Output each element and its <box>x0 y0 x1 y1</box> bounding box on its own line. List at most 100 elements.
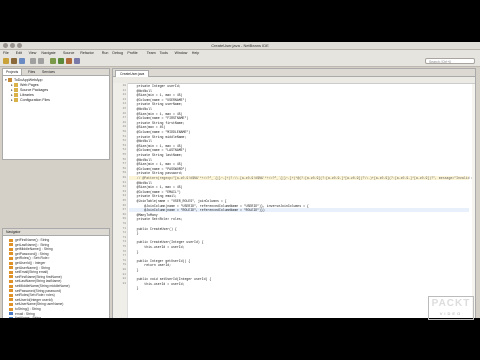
undo-icon[interactable] <box>30 58 36 64</box>
code-line[interactable]: private String middleName; <box>129 135 469 139</box>
menu-item-tools[interactable]: Tools <box>160 51 168 55</box>
code-line[interactable]: @Column(name = "PASSWORD") <box>129 167 469 171</box>
new-project-icon[interactable] <box>3 58 9 64</box>
tab-files[interactable]: Files <box>25 69 38 75</box>
code-line[interactable]: public CreateUser(Integer userId) { <box>129 240 469 244</box>
code-line[interactable]: @Size(min = 1, max = 45) <box>129 144 469 148</box>
tree-item-label: Libraries <box>20 93 34 97</box>
code-line[interactable]: @NotNull <box>129 89 469 93</box>
code-line[interactable]: @JoinColumn(name = "USERID", referencedC… <box>129 204 469 208</box>
line-number: 53 <box>122 143 126 147</box>
menu-item-profile[interactable]: Profile <box>127 51 137 55</box>
method-icon <box>9 266 13 270</box>
line-number: 58 <box>122 166 126 170</box>
code-area[interactable]: private Integer userId; @NotNull @Size(m… <box>129 84 475 318</box>
redo-icon[interactable] <box>38 58 44 64</box>
open-project-icon[interactable] <box>11 58 17 64</box>
code-line[interactable]: } <box>129 268 469 272</box>
code-line[interactable] <box>129 254 469 258</box>
code-line[interactable]: @JoinColumn(name = "ROLEID", referencedC… <box>129 208 469 213</box>
line-number: 51 <box>122 134 126 138</box>
code-line[interactable] <box>129 222 469 226</box>
code-line[interactable] <box>129 273 469 277</box>
menu-item-navigate[interactable]: Navigate <box>41 51 55 55</box>
tree-item-label: Configuration Files <box>20 98 50 102</box>
line-number: 63 <box>122 189 126 193</box>
line-number: 69 <box>122 217 126 221</box>
code-line[interactable]: private Set<Role> roles; <box>129 217 469 221</box>
line-number: 50 <box>122 130 126 133</box>
code-line[interactable]: @Column(name = "USERNAME") <box>129 98 469 102</box>
error-stripe <box>472 84 475 318</box>
code-line[interactable]: } <box>129 250 469 254</box>
line-number: 41 <box>122 88 126 92</box>
menu-item-view[interactable]: View <box>29 51 37 55</box>
menu-item-window[interactable]: Window <box>175 51 188 55</box>
line-number: 55 <box>122 153 126 156</box>
build-icon[interactable] <box>50 58 56 64</box>
code-line[interactable]: @NotNull <box>129 107 469 111</box>
save-all-icon[interactable] <box>19 58 25 64</box>
code-line[interactable]: public Integer getUserId() { <box>129 259 469 263</box>
search-input[interactable]: Search (Ctrl+I) <box>425 58 475 64</box>
line-number: 56 <box>122 157 126 161</box>
code-line[interactable]: this.userId = userId; <box>129 245 469 249</box>
code-line[interactable]: @Column(name = "LASTNAME") <box>129 148 469 152</box>
code-line[interactable]: private String lastName; <box>129 153 469 157</box>
menu-item-file[interactable]: File <box>3 51 9 55</box>
navigator-member-label: getUserName() : String <box>15 265 50 270</box>
code-line[interactable]: @JoinTable(name = "USER_ROLES", joinColu… <box>129 199 469 203</box>
line-number: 77 <box>122 254 126 258</box>
code-line[interactable]: @Size(max = 45) <box>129 125 469 129</box>
code-line[interactable]: @NotNull <box>129 139 469 143</box>
line-number: 66 <box>122 203 126 207</box>
projects-panel: Projects Files Services ▾ ToDoAppWebApp ▸ W… <box>2 68 110 160</box>
method-icon <box>9 261 13 265</box>
menu-item-debug[interactable]: Debug <box>112 51 123 55</box>
code-line[interactable]: @Column(name = "MIDDLENAME") <box>129 130 469 134</box>
code-line[interactable]: @NotNull <box>129 181 469 185</box>
code-line[interactable]: return userId; <box>129 263 469 267</box>
code-line[interactable]: private String email; <box>129 194 469 198</box>
code-line[interactable] <box>129 236 469 240</box>
code-line[interactable]: @Column(name = "FIRSTNAME") <box>129 116 469 120</box>
code-line[interactable]: // @Pattern(regexp="[a-z0-9!#$%&'*+/=?^_… <box>129 176 475 181</box>
code-line[interactable]: } <box>129 231 469 235</box>
run-icon[interactable] <box>58 58 64 64</box>
code-editor[interactable]: CreateUser.java 40 41 42 43 44 45 46 47 48 49 50 51… <box>112 68 476 318</box>
profile-icon[interactable] <box>74 58 80 64</box>
line-number: 40 <box>122 84 126 87</box>
code-line[interactable]: } <box>129 286 469 290</box>
folder-icon <box>14 83 18 87</box>
code-line[interactable]: @ManyToMany <box>129 213 469 217</box>
line-number: 68 <box>122 212 126 216</box>
tree-item[interactable]: ▸ Configuration Files <box>11 98 50 103</box>
code-line[interactable]: public CreateUser() { <box>129 227 469 231</box>
tab-projects[interactable]: Projects <box>3 69 23 75</box>
logo-sub: VIDEO <box>439 311 463 316</box>
code-line[interactable]: private String password; <box>129 171 469 175</box>
code-line[interactable]: private Integer userId; <box>129 84 469 88</box>
code-line[interactable]: @Size(min = 1, max = 45) <box>129 93 469 97</box>
code-line[interactable]: this.userId = userId; <box>129 282 469 286</box>
navigator-member[interactable]: firstName : String <box>9 316 41 318</box>
code-line[interactable]: private String userName; <box>129 102 469 106</box>
code-line[interactable]: @NotNull <box>129 158 469 162</box>
editor-tab-createuser[interactable]: CreateUser.java <box>115 70 150 77</box>
code-line[interactable]: public void setUserId(Integer userId) { <box>129 277 469 281</box>
menu-item-team[interactable]: Team <box>147 51 156 55</box>
menu-item-source[interactable]: Source <box>63 51 74 55</box>
code-line[interactable]: @Size(min = 1, max = 45) <box>129 162 469 166</box>
tab-services[interactable]: Services <box>39 69 58 75</box>
code-line[interactable]: private String firstName; <box>129 121 469 125</box>
navigator-member-label: firstName : String <box>15 316 41 318</box>
line-number: 57 <box>122 162 126 166</box>
code-line[interactable]: @Size(min = 1, max = 45) <box>129 185 469 189</box>
menu-item-refactor[interactable]: Refactor <box>80 51 94 55</box>
menu-item-run[interactable]: Run <box>102 51 109 55</box>
menu-item-edit[interactable]: Edit <box>16 51 22 55</box>
code-line[interactable]: @Size(min = 1, max = 45) <box>129 112 469 116</box>
menu-item-help[interactable]: Help <box>192 51 199 55</box>
debug-icon[interactable] <box>66 58 72 64</box>
code-line[interactable]: @Column(name = "EMAIL") <box>129 190 469 194</box>
